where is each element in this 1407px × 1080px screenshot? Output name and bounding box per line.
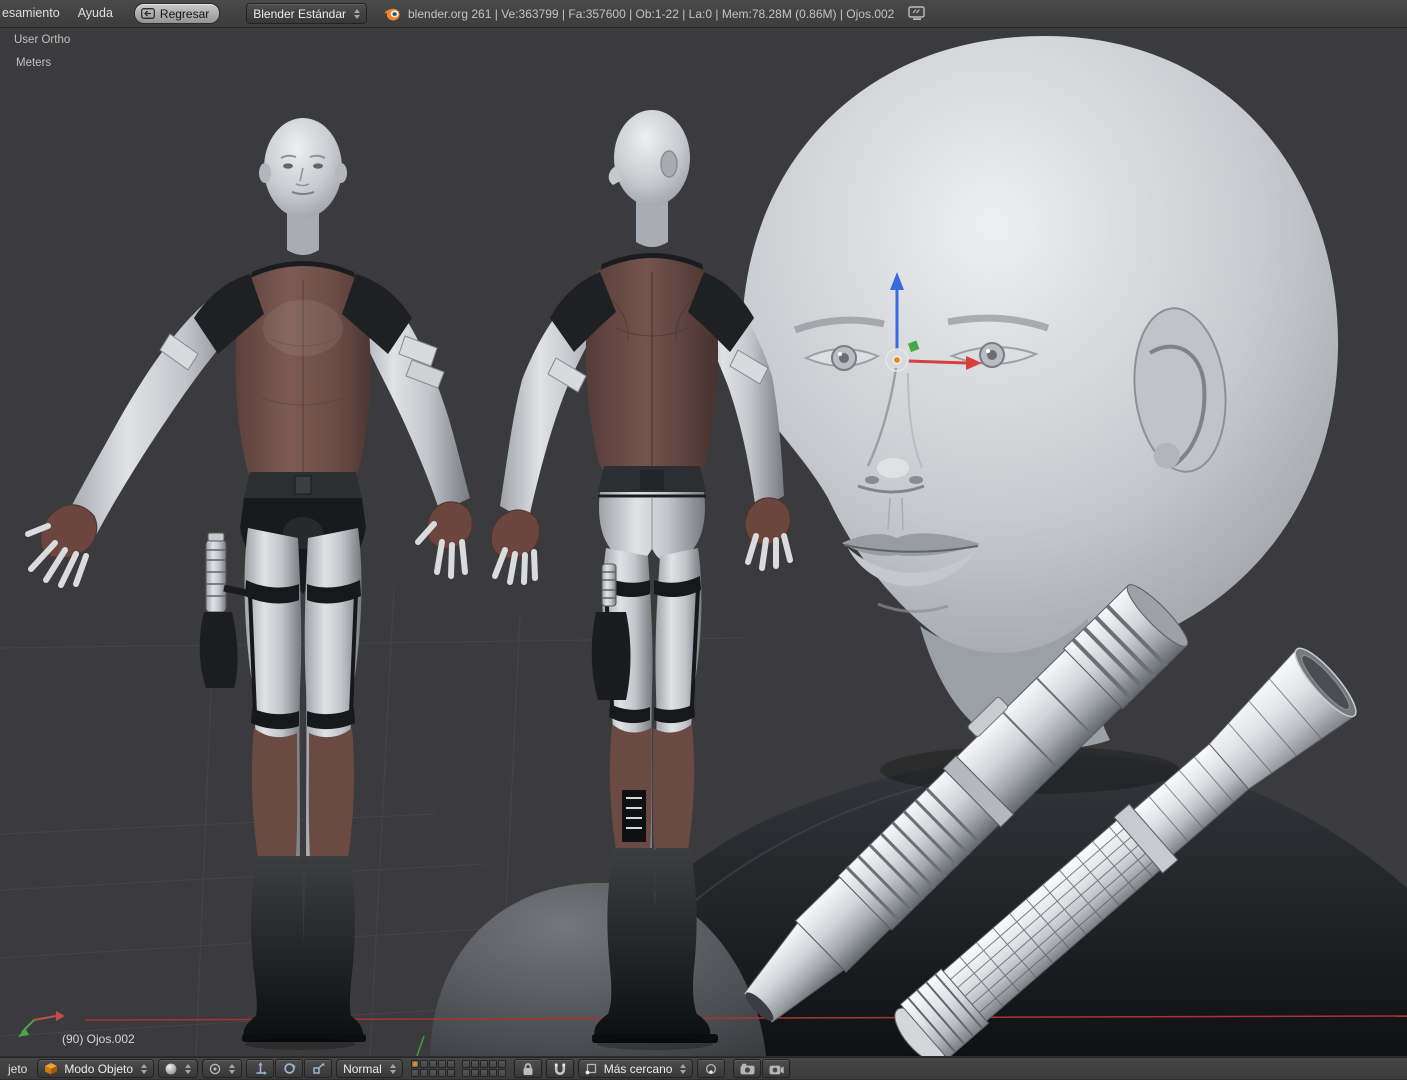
figure-front-model[interactable] — [25, 118, 473, 1050]
film-camera-icon — [769, 1063, 784, 1075]
3d-viewport[interactable]: User Ortho Meters (90) Ojos.002 — [0, 28, 1407, 1056]
layer-cell[interactable] — [446, 1069, 455, 1077]
lock-to-scene-button[interactable] — [513, 1059, 542, 1078]
layer-cell[interactable] — [419, 1069, 428, 1077]
snap-toggle-button[interactable] — [545, 1059, 574, 1078]
back-button-label: Regresar — [159, 6, 210, 21]
manipulator-rotate-button[interactable] — [275, 1059, 304, 1078]
snap-element-value: Más cercano — [603, 1061, 673, 1076]
render-opengl-button[interactable] — [733, 1059, 762, 1078]
blender-window: { "top_bar": { "menu_render_partial": "e… — [0, 0, 1407, 1079]
dropdown-arrows-icon — [141, 1063, 148, 1074]
layer-cell[interactable] — [419, 1060, 428, 1068]
shading-dropdown[interactable] — [158, 1059, 199, 1078]
menu-object[interactable]: jeto — [2, 1058, 33, 1080]
layer-cell[interactable] — [437, 1069, 446, 1077]
target-dot-icon — [705, 1063, 717, 1075]
pivot-point-icon — [209, 1063, 221, 1075]
translate-manipulator-icon — [254, 1062, 267, 1075]
units-label: Meters — [16, 57, 52, 69]
layer-cell[interactable] — [497, 1069, 506, 1077]
top-header-bar: esamiento Ayuda Regresar Blender Estánda… — [0, 0, 1407, 28]
dropdown-arrows-icon — [389, 1063, 396, 1074]
manipulator-scale-button[interactable] — [304, 1059, 333, 1078]
snap-element-dropdown[interactable]: Más cercano — [577, 1059, 694, 1078]
manipulator-toggle-group — [246, 1059, 333, 1078]
sphere-icon — [165, 1063, 177, 1075]
camera-icon — [740, 1063, 755, 1075]
layers-widget — [410, 1060, 506, 1077]
view-name-label: User Ortho — [14, 34, 71, 46]
dropdown-arrows-icon — [229, 1063, 236, 1074]
layer-cell[interactable] — [479, 1060, 488, 1068]
vertex-cube-icon — [585, 1062, 598, 1075]
screen-icon[interactable] — [908, 6, 926, 21]
mode-dropdown[interactable]: Modo Objeto — [37, 1059, 155, 1078]
back-icon — [140, 8, 155, 19]
layers-grid-2 — [461, 1060, 506, 1077]
back-button[interactable]: Regresar — [133, 3, 221, 24]
layer-cell[interactable] — [428, 1060, 437, 1068]
layer-cell[interactable] — [410, 1069, 419, 1077]
layer-cell[interactable] — [488, 1060, 497, 1068]
dropdown-arrows-icon — [185, 1063, 192, 1074]
axis-y-line — [416, 1035, 425, 1056]
layer-cell[interactable] — [437, 1060, 446, 1068]
layer-cell[interactable] — [488, 1069, 497, 1077]
magnet-icon — [553, 1062, 567, 1076]
menu-render[interactable]: esamiento — [0, 0, 69, 27]
orientation-value: Normal — [343, 1061, 382, 1076]
layer-cell[interactable] — [428, 1069, 437, 1077]
layout-preset-dropdown[interactable]: Blender Estándar — [246, 3, 367, 24]
layer-cell[interactable] — [446, 1060, 455, 1068]
render-opengl-anim-button[interactable] — [762, 1059, 791, 1078]
menu-help[interactable]: Ayuda — [69, 0, 122, 27]
layer-cell[interactable] — [470, 1060, 479, 1068]
viewport-3d-scene[interactable] — [0, 28, 1407, 1056]
manipulator-translate-button[interactable] — [246, 1059, 275, 1078]
layer-cell[interactable] — [479, 1069, 488, 1077]
snap-target-button[interactable] — [697, 1059, 726, 1078]
layer-cell[interactable] — [410, 1060, 419, 1068]
active-object-label: (90) Ojos.002 — [62, 1032, 135, 1046]
pivot-dropdown[interactable] — [202, 1059, 243, 1078]
opengl-render-group — [733, 1059, 791, 1078]
viewport-header-bar: jeto Modo Objeto Normal Más cercano — [0, 1057, 1407, 1079]
layer-cell[interactable] — [497, 1060, 506, 1068]
mode-value: Modo Objeto — [64, 1061, 134, 1076]
layer-cell[interactable] — [470, 1069, 479, 1077]
giant-head-model[interactable] — [742, 36, 1339, 749]
blender-logo-icon — [383, 7, 400, 21]
layout-preset-value: Blender Estándar — [253, 6, 346, 21]
layers-grid-1 — [410, 1060, 455, 1077]
layer-cell[interactable] — [461, 1069, 470, 1077]
dropdown-arrows-icon — [354, 8, 360, 19]
padlock-icon — [522, 1062, 534, 1076]
scale-manipulator-icon — [312, 1062, 325, 1075]
layer-cell[interactable] — [461, 1060, 470, 1068]
status-text: blender.org 261 | Ve:363799 | Fa:357600 … — [408, 6, 895, 21]
dropdown-arrows-icon — [680, 1063, 687, 1074]
rotate-manipulator-icon — [283, 1062, 296, 1075]
orientation-dropdown[interactable]: Normal — [336, 1059, 403, 1078]
cube-icon — [44, 1062, 58, 1075]
